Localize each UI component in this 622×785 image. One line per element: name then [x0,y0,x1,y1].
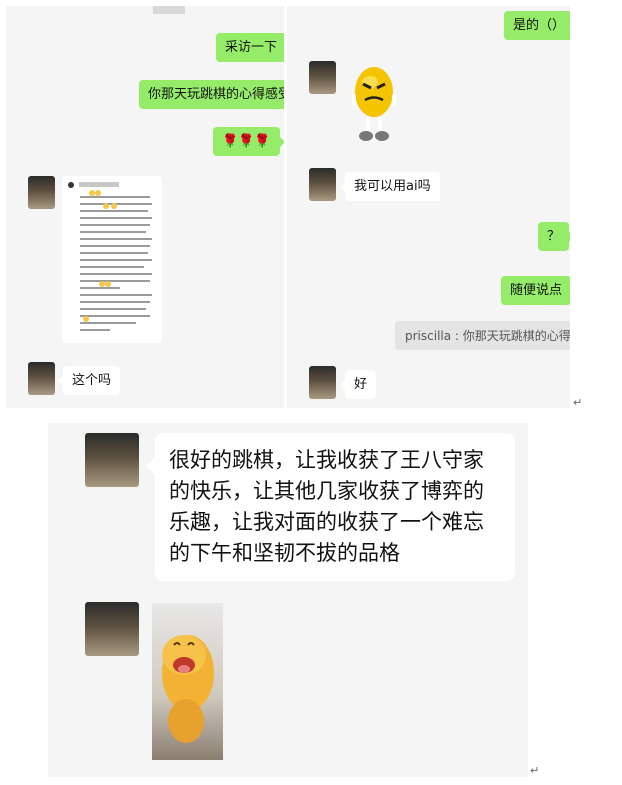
bottom-chat-panel: 很好的跳棋，让我收获了王八守家 的快乐，让其他几家收获了博弈的 乐趣，让我对面的… [48,423,528,777]
return-mark: ↵ [573,396,583,409]
message-yes[interactable]: 是的（） [504,11,570,40]
return-mark: ↵ [530,764,540,777]
long-reply-message[interactable]: 很好的跳棋，让我收获了王八守家 的快乐，让其他几家收获了博弈的 乐趣，让我对面的… [146,433,515,581]
yellow-creature-sticker [152,603,223,760]
message-roses[interactable]: 🌹🌹🌹 [213,127,284,156]
screenshot-image-message[interactable] [62,176,162,343]
avatar[interactable] [309,61,336,94]
right-chat-panel: 是的（） 我可以用ai吗 ？ 随便说点 priscilla : 你那天玩跳棋的心… [287,6,570,408]
message-question[interactable]: 你那天玩跳棋的心得感受 [139,80,284,109]
avatar[interactable] [309,366,336,399]
message-can-use-ai[interactable]: 我可以用ai吗 [340,172,440,201]
avatar[interactable] [309,168,336,201]
message-say-anything[interactable]: 随便说点 [501,276,570,305]
angry-yellow-candy-sticker [352,67,396,141]
left-chat-panel: 采访一下 你那天玩跳棋的心得感受 🌹🌹🌹 这个吗 [6,6,284,408]
document-screenshot-image [62,176,162,343]
message-interview[interactable]: 采访一下 [216,33,284,62]
message-this-one[interactable]: 这个吗 [57,366,121,395]
avatar[interactable] [28,176,55,209]
avatar[interactable] [85,602,139,656]
avatar[interactable] [28,362,55,395]
avatar[interactable] [85,433,139,487]
quoted-message[interactable]: priscilla : 你那天玩跳棋的心得感受 [395,321,570,350]
message-question-mark[interactable]: ？ [538,222,570,251]
message-ok[interactable]: 好 [339,370,377,399]
top-indicator [153,6,185,14]
